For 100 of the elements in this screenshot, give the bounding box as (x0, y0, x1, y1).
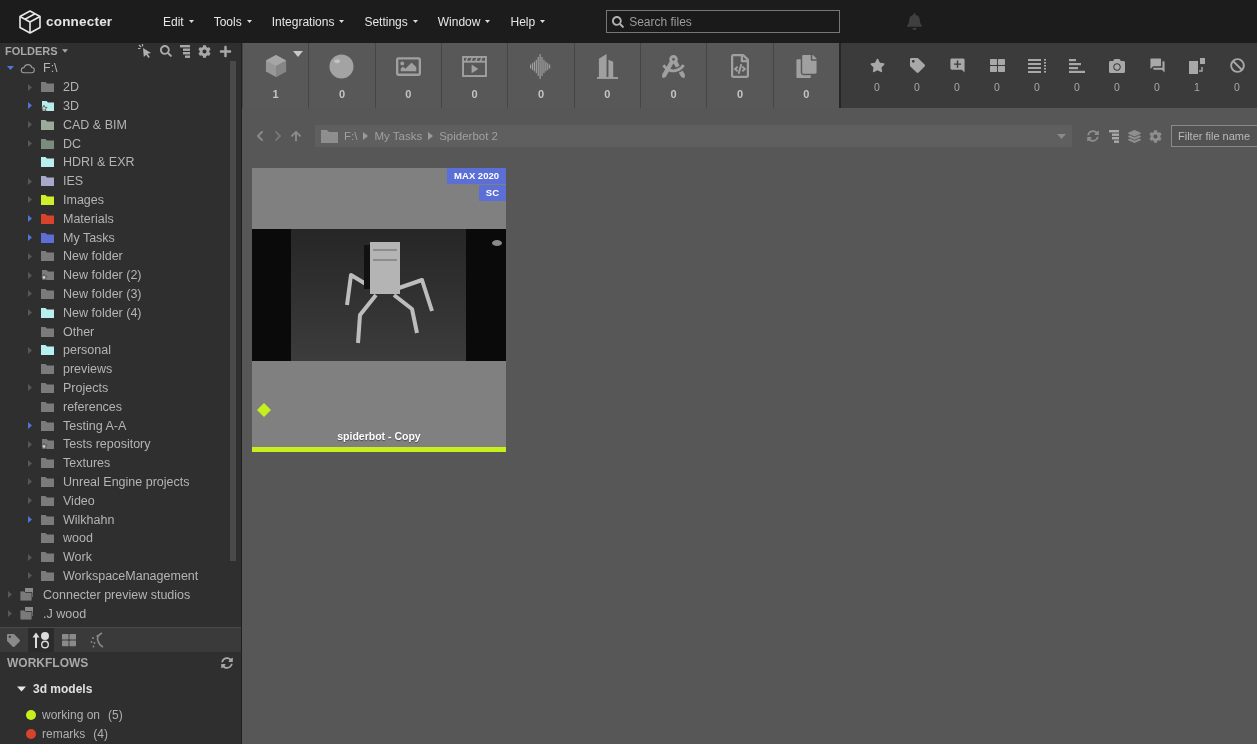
menu-button[interactable]: Window (427, 8, 501, 35)
tag-filter-button[interactable]: 0 (1137, 43, 1177, 108)
folder-name[interactable]: Tests repository (63, 437, 151, 452)
folder-name[interactable]: wood (63, 531, 93, 546)
settings-icon[interactable] (198, 44, 211, 58)
caret-right-icon[interactable] (28, 196, 32, 204)
type-filter-button[interactable]: 0 (308, 43, 375, 108)
type-filter-button[interactable]: 0 (639, 43, 707, 108)
tree-view-icon[interactable] (1108, 129, 1119, 143)
folder-name[interactable]: My Tasks (63, 230, 115, 245)
folder-name[interactable]: Textures (63, 456, 111, 471)
caret-right-icon[interactable] (28, 478, 32, 486)
type-filter-button[interactable]: 0 (507, 43, 574, 108)
add-icon[interactable] (219, 44, 232, 58)
caret-right-icon[interactable] (28, 140, 32, 148)
caret-right-icon[interactable] (28, 290, 32, 298)
caret-right-icon[interactable] (28, 102, 32, 110)
caret-right-icon[interactable] (28, 346, 32, 354)
caret-right-icon[interactable] (28, 422, 32, 430)
library-name[interactable]: Connecter preview studios (43, 587, 191, 602)
cursor-click-icon[interactable] (138, 44, 152, 58)
up-arrow-icon[interactable] (290, 130, 302, 142)
workflow-name[interactable]: 3d models (33, 682, 93, 696)
caret-right-icon[interactable] (28, 215, 32, 223)
menu-button[interactable]: Settings (354, 8, 428, 35)
drive-name[interactable]: F:\ (43, 61, 58, 76)
tag-filter-button[interactable]: 1 (1177, 43, 1217, 108)
tag-filter-button[interactable]: 0 (937, 43, 977, 108)
caret-right-icon[interactable] (28, 177, 32, 185)
folder-name[interactable]: Testing A-A (63, 418, 127, 433)
forward-icon[interactable] (272, 130, 284, 142)
tag-filter-button[interactable]: 0 (977, 43, 1017, 108)
refresh-icon[interactable] (221, 657, 233, 669)
panel-tab[interactable] (28, 628, 54, 652)
folder-name[interactable]: WorkspaceManagement (63, 568, 199, 583)
folder-name[interactable]: DC (63, 136, 82, 151)
type-filter-button[interactable]: 0 (772, 43, 839, 108)
caret-right-icon[interactable] (28, 121, 32, 129)
caret-right-icon[interactable] (28, 83, 32, 91)
dropdown-caret-icon[interactable] (1057, 133, 1066, 139)
file-card[interactable]: MAX 2020 SC spiderbot - Copy (252, 168, 506, 452)
caret-right-icon[interactable] (8, 591, 12, 599)
folder-name[interactable]: Projects (63, 380, 109, 395)
folder-name[interactable]: Unreal Engine projects (63, 474, 190, 489)
status-label[interactable]: remarks (42, 726, 86, 741)
caret-right-icon[interactable] (28, 553, 32, 561)
folder-name[interactable]: Work (63, 550, 92, 565)
folder-name[interactable]: Wilkhahn (63, 512, 115, 527)
caret-right-icon[interactable] (8, 610, 12, 617)
caret-right-icon[interactable] (28, 572, 32, 580)
tag-filter-button[interactable]: 0 (1057, 43, 1097, 108)
search-icon[interactable] (160, 45, 172, 57)
tag-filter-button[interactable]: 0 (897, 43, 937, 108)
type-filter-button[interactable]: 1 (242, 43, 309, 108)
caret-right-icon[interactable] (28, 252, 32, 260)
folder-name[interactable]: New folder (3) (63, 286, 142, 301)
status-label[interactable]: working on (42, 707, 101, 722)
folder-name[interactable]: Materials (63, 211, 114, 226)
folder-name[interactable]: Video (63, 493, 95, 508)
folder-name[interactable]: Other (63, 324, 95, 339)
type-filter-button[interactable]: 0 (706, 43, 773, 108)
folder-name[interactable]: previews (63, 362, 113, 377)
menu-button[interactable]: Tools (203, 8, 262, 35)
menu-button[interactable]: Integrations (261, 8, 355, 35)
menu-button[interactable]: Help (500, 8, 556, 35)
folder-name[interactable]: personal (63, 343, 111, 358)
type-filter-button[interactable]: 0 (573, 43, 640, 108)
library-name[interactable]: .J wood (43, 606, 87, 621)
scrollbar-thumb[interactable] (230, 61, 236, 562)
caret-right-icon[interactable] (28, 309, 32, 317)
tag-filter-button[interactable]: 0 (857, 43, 897, 108)
layers-icon[interactable] (1128, 129, 1141, 143)
folder-name[interactable]: IES (63, 174, 84, 189)
menu-button[interactable]: Edit (153, 8, 204, 35)
folder-name[interactable]: HDRI & EXR (63, 155, 135, 170)
tag-filter-button[interactable]: 0 (1097, 43, 1137, 108)
folder-name[interactable]: Images (63, 192, 104, 207)
tree-view-icon[interactable] (180, 44, 190, 58)
bell-icon[interactable] (906, 13, 924, 30)
folder-name[interactable]: New folder (4) (63, 305, 142, 320)
caret-right-icon[interactable] (28, 497, 32, 505)
caret-right-icon[interactable] (28, 384, 32, 392)
folder-name[interactable]: references (63, 399, 123, 414)
caret-icon[interactable] (61, 49, 68, 53)
folder-name[interactable]: New folder (63, 249, 123, 264)
caret-right-icon[interactable] (28, 234, 32, 242)
folder-name[interactable]: CAD & BIM (63, 117, 127, 132)
folder-name[interactable]: 3D (63, 99, 79, 113)
caret-right-icon[interactable] (28, 459, 32, 467)
caret-right-icon[interactable] (28, 271, 32, 279)
folder-name[interactable]: New folder (2) (63, 268, 142, 283)
type-filter-button[interactable]: 0 (374, 43, 441, 108)
tag-filter-button[interactable]: 0 (1017, 43, 1057, 108)
search-field[interactable]: Search files (606, 10, 841, 33)
caret-right-icon[interactable] (28, 516, 32, 523)
filter-field[interactable]: Filter file name (1171, 125, 1257, 147)
caret-down-icon[interactable] (17, 686, 26, 692)
caret-right-icon[interactable] (28, 440, 32, 448)
back-icon[interactable] (254, 130, 266, 142)
caret-icon[interactable] (293, 51, 304, 57)
